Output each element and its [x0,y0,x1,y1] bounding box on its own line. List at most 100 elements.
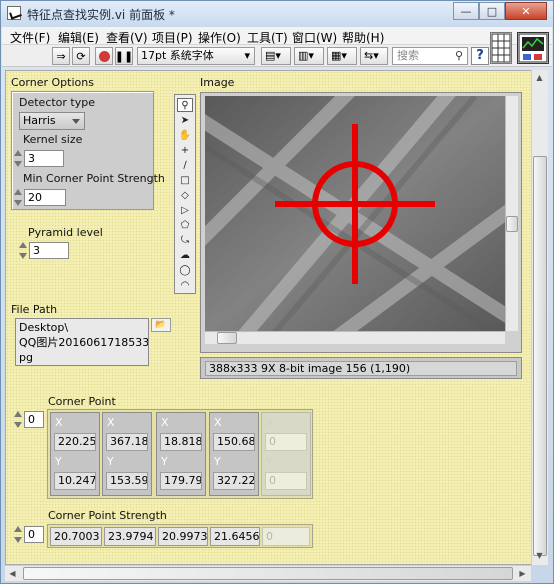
y-label: Y [107,455,114,468]
corner-point-label: Corner Point [48,395,116,408]
menu-tools[interactable]: 工具(T) [247,29,288,46]
image-display[interactable] [205,96,505,331]
freehand-tool-icon[interactable]: ⤿ [177,233,193,247]
menu-edit[interactable]: 编辑(E) [58,29,99,46]
annulus-tool-icon[interactable]: ▷ [177,203,193,217]
image-label: Image [200,76,235,89]
y-value[interactable]: 0 [265,472,307,490]
menu-help[interactable]: 帮助(H) [342,29,384,46]
file-path-line-1: Desktop\ [19,321,69,334]
context-help-button[interactable]: ? [471,47,489,65]
corner-point-index-stepper[interactable] [14,410,22,429]
file-path-field[interactable]: Desktop\ QQ图片20160617185338.j pg [15,318,149,366]
scroll-right-icon[interactable]: ▶ [515,566,530,581]
image-vscroll-thumb[interactable] [506,216,518,232]
kernel-size-stepper[interactable] [14,149,22,168]
x-value[interactable]: 367.185 [106,433,148,451]
strength-value[interactable]: 20.9973 [158,527,208,546]
y-value[interactable]: 10.2473 [54,472,96,490]
connector-pane-icon[interactable] [490,32,512,64]
y-label: Y [266,455,273,468]
y-value[interactable]: 179.798 [160,472,202,490]
strength-index[interactable]: 0 [24,526,44,543]
strength-value-empty[interactable]: 0 [262,527,310,546]
labview-front-panel-window: 特征点查找实例.vi 前面板 * — □ ✕ 文件(F) 编辑(E) 查看(V)… [0,0,554,584]
pause-icon[interactable]: ❚❚ [115,47,133,65]
x-value[interactable]: 150.683 [213,433,255,451]
search-icon: ⚲ [454,49,463,62]
annulus-arc-icon[interactable]: ◠ [177,278,193,292]
panel-vertical-scrollbar[interactable]: ▲ ▼ [531,70,548,565]
pyramid-level-field[interactable]: 3 [29,242,69,259]
run-continuously-icon[interactable]: ⟳ [72,47,90,65]
menu-file[interactable]: 文件(F) [10,29,50,46]
connector-grid-icon [491,33,511,63]
menu-window[interactable]: 窗口(W) [292,29,337,46]
x-value[interactable]: 18.8183 [160,433,202,451]
strength-value[interactable]: 20.7003 [50,527,102,546]
y-label: Y [214,455,221,468]
distribute-objects-icon[interactable]: ▥▾ [294,47,324,65]
image-vertical-scrollbar[interactable] [505,96,518,331]
x-value[interactable]: 220.251 [54,433,96,451]
reorder-icon[interactable]: ⇆▾ [360,47,388,65]
strength-value[interactable]: 21.6456 [210,527,260,546]
image-info-text: 388x333 9X 8-bit image 156 (1,190) [205,361,517,376]
search-placeholder: 搜索 [397,49,419,62]
align-objects-icon[interactable]: ▤▾ [261,47,291,65]
y-value[interactable]: 153.597 [106,472,148,490]
menu-bar: 文件(F) 编辑(E) 查看(V) 项目(P) 操作(O) 工具(T) 窗口(W… [2,27,552,45]
browse-folder-icon[interactable]: 📂 [151,318,171,332]
corner-point-element: X 150.683 Y 327.229 [209,412,259,496]
strength-value[interactable]: 23.9794 [104,527,156,546]
title-bar[interactable]: 特征点查找实例.vi 前面板 * — □ ✕ [1,1,553,27]
min-corner-strength-field[interactable]: 20 [24,189,66,206]
kernel-size-field[interactable]: 3 [24,150,64,167]
detector-type-ring[interactable]: Harris [19,112,85,130]
menu-operate[interactable]: 操作(O) [198,29,241,46]
minimize-button[interactable]: — [453,2,479,20]
font-select[interactable]: 17pt 系统字体 ▾ [137,47,255,65]
selection-arrow-icon[interactable]: ➤ [177,113,193,127]
corner-point-element: X 220.251 Y 10.2473 [50,412,100,496]
corner-point-index[interactable]: 0 [24,411,44,428]
pan-hand-icon[interactable]: ✋ [177,128,193,142]
rectangle-tool-icon[interactable]: □ [177,173,193,187]
y-value[interactable]: 327.229 [213,472,255,490]
min-strength-stepper[interactable] [14,188,22,207]
x-value[interactable]: 0 [265,433,307,451]
toolbar: ⇒ ⟳ ❚❚ 17pt 系统字体 ▾ ▤▾ ▥▾ ▦▾ ⇆▾ 搜索 ⚲ [2,45,552,67]
run-arrow-icon[interactable]: ⇒ [52,47,70,65]
scroll-left-icon[interactable]: ◀ [5,566,20,581]
line-tool-icon[interactable]: ∕ [177,158,193,172]
point-tool-icon[interactable]: + [177,143,193,157]
panel-hscroll-thumb[interactable] [23,567,513,580]
maximize-button[interactable]: □ [479,2,505,20]
scroll-up-icon[interactable]: ▲ [532,70,547,85]
panel-vscroll-thumb[interactable] [533,156,547,556]
corner-options-label: Corner Options [11,76,94,89]
freehand-region-icon[interactable]: ☁ [177,248,193,262]
file-path-line-2: QQ图片20160617185338.j [19,336,149,349]
y-label: Y [55,455,62,468]
abort-icon[interactable] [95,47,113,65]
image-horizontal-scrollbar[interactable] [205,331,505,344]
rotated-rect-tool-icon[interactable]: ◇ [177,188,193,202]
polygon-tool-icon[interactable]: ⬠ [177,218,193,232]
search-input[interactable]: 搜索 ⚲ [392,47,468,65]
zoom-tool-icon[interactable]: ⚲ [177,98,193,112]
font-select-value: 17pt 系统字体 [141,49,214,62]
vi-icon[interactable] [517,32,549,64]
file-path-label: File Path [11,303,58,316]
x-label: X [214,416,222,429]
image-hscroll-thumb[interactable] [217,332,237,344]
oval-tool-icon[interactable]: ◯ [177,263,193,277]
scroll-down-icon[interactable]: ▼ [532,548,547,563]
panel-horizontal-scrollbar[interactable]: ◀ ▶ [5,565,531,581]
pyramid-level-stepper[interactable] [19,241,27,260]
menu-project[interactable]: 项目(P) [152,29,193,46]
resize-objects-icon[interactable]: ▦▾ [327,47,357,65]
strength-index-stepper[interactable] [14,525,22,544]
close-button[interactable]: ✕ [505,2,547,20]
menu-view[interactable]: 查看(V) [106,29,148,46]
